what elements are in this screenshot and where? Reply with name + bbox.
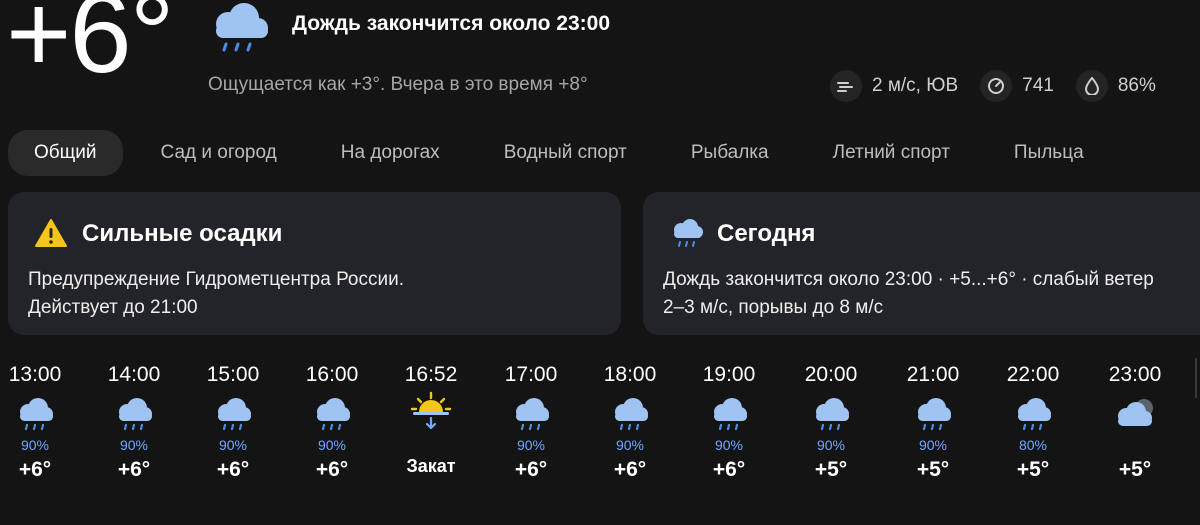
- today-line-1: Дождь закончится около 23:00 · +5...+6° …: [663, 269, 1154, 290]
- humidity-drop-icon: [1075, 70, 1108, 102]
- pressure-value: 741: [1022, 75, 1054, 96]
- sunset-label: Закат: [406, 456, 456, 476]
- alert-card[interactable]: Сильные осадки Предупреждение Гидрометце…: [8, 192, 621, 335]
- hour-time: 20:00: [804, 363, 858, 386]
- hour-temperature: +6°: [216, 458, 250, 481]
- hour-temperature: +6°: [613, 458, 647, 481]
- hour-time: 17:00: [504, 363, 558, 386]
- hourly-scroll-edge: [1195, 358, 1197, 398]
- hour-time: 13:00: [8, 363, 62, 386]
- weather-page: +6° Дождь закончится около 23:00 Ощущает…: [0, 0, 1200, 525]
- rain-cloud-icon: [496, 390, 566, 434]
- hour-time: 18:00: [603, 363, 657, 386]
- precip-probability: 90%: [516, 437, 546, 453]
- tab-garden[interactable]: Сад и огород: [135, 130, 303, 176]
- humidity-metric[interactable]: 86%: [1075, 70, 1156, 102]
- precip-probability: 90%: [317, 437, 347, 453]
- today-title: Сегодня: [717, 220, 816, 247]
- hour-item[interactable]: 21:00 90% +5°: [898, 360, 968, 484]
- current-metrics: 2 м/с, ЮВ 741 86%: [830, 70, 1178, 102]
- warning-icon: [34, 218, 68, 253]
- tab-general[interactable]: Общий: [8, 130, 123, 176]
- wind-value: 2 м/с, ЮВ: [872, 75, 959, 96]
- hour-time: 23:00: [1108, 363, 1162, 386]
- today-line-2: 2–3 м/с, порывы до 8 м/с: [663, 297, 884, 318]
- tab-roads[interactable]: На дорогах: [315, 130, 466, 176]
- sunset-item[interactable]: 16:52 Закат: [396, 360, 466, 477]
- rain-cloud-icon: [206, 2, 272, 60]
- hour-temperature: +6°: [18, 458, 52, 481]
- today-body: Дождь закончится около 23:00 · +5...+6° …: [663, 266, 1154, 322]
- tab-summer-sports[interactable]: Летний спорт: [807, 130, 976, 176]
- hour-item[interactable]: 22:00 80% +5°: [998, 360, 1068, 484]
- precip-probability: 90%: [20, 437, 50, 453]
- category-tabs: Общий Сад и огород На дорогах Водный спо…: [8, 130, 1122, 176]
- humidity-value: 86%: [1117, 75, 1156, 96]
- hour-item[interactable]: 18:00 90% +6°: [595, 360, 665, 484]
- today-card[interactable]: Сегодня Дождь закончится около 23:00 · +…: [643, 192, 1200, 335]
- precip-probability: 80%: [1018, 437, 1048, 453]
- hour-item[interactable]: 14:00 90% +6°: [99, 360, 169, 484]
- hour-item[interactable]: 13:00 90% +6°: [0, 360, 70, 484]
- rain-cloud-icon: [694, 390, 764, 434]
- hour-item[interactable]: 20:00 90% +5°: [796, 360, 866, 484]
- hour-temperature: +6°: [117, 458, 151, 481]
- tab-water-sports[interactable]: Водный спорт: [478, 130, 653, 176]
- sunset-icon: [396, 390, 466, 434]
- hour-temperature: +6°: [712, 458, 746, 481]
- alert-line-1: Предупреждение Гидрометцентра России.: [28, 269, 404, 290]
- alert-line-2: Действует до 21:00: [28, 297, 198, 318]
- hour-item[interactable]: 16:00 90% +6°: [297, 360, 367, 484]
- current-temperature: +6°: [6, 0, 174, 96]
- precip-probability: 90%: [918, 437, 948, 453]
- wind-icon: [830, 70, 862, 102]
- precip-probability: 90%: [218, 437, 248, 453]
- hour-item[interactable]: 17:00 90% +6°: [496, 360, 566, 484]
- hour-time: 21:00: [906, 363, 960, 386]
- hour-time: 14:00: [107, 363, 161, 386]
- rain-cloud-icon: [198, 390, 268, 434]
- rain-cloud-icon: [297, 390, 367, 434]
- wind-metric[interactable]: 2 м/с, ЮВ: [830, 70, 958, 102]
- hour-temperature: +6°: [315, 458, 349, 481]
- precip-probability: 90%: [714, 437, 744, 453]
- hour-temperature: +5°: [916, 458, 950, 481]
- hour-temperature: +6°: [514, 458, 548, 481]
- hour-item[interactable]: 15:00 90% +6°: [198, 360, 268, 484]
- rain-cloud-icon: [0, 390, 70, 434]
- hour-time: 16:52: [404, 363, 458, 386]
- precip-probability: 90%: [615, 437, 645, 453]
- alert-title: Сильные осадки: [82, 220, 283, 247]
- hour-time: 16:00: [305, 363, 359, 386]
- alert-body: Предупреждение Гидрометцентра России. Де…: [28, 266, 404, 322]
- pressure-gauge-icon: [980, 70, 1013, 102]
- hour-time: 15:00: [206, 363, 260, 386]
- rain-cloud-icon: [595, 390, 665, 434]
- tab-pollen[interactable]: Пыльца: [988, 130, 1110, 176]
- pressure-metric[interactable]: 741: [980, 70, 1054, 102]
- rain-cloud-icon: [898, 390, 968, 434]
- rain-cloud-icon: [669, 218, 705, 255]
- tab-fishing[interactable]: Рыбалка: [665, 130, 795, 176]
- precip-probability: 90%: [119, 437, 149, 453]
- hour-item[interactable]: 23:00 +5°: [1100, 360, 1170, 484]
- rain-cloud-icon: [796, 390, 866, 434]
- cloudy-night-icon: [1100, 390, 1170, 434]
- rain-cloud-icon: [998, 390, 1068, 434]
- weather-headline: Дождь закончится около 23:00: [292, 12, 610, 35]
- precip-probability: 90%: [816, 437, 846, 453]
- rain-cloud-icon: [99, 390, 169, 434]
- feels-like-text: Ощущается как +3°. Вчера в это время +8°: [208, 74, 588, 95]
- hour-time: 22:00: [1006, 363, 1060, 386]
- hour-temperature: +5°: [1016, 458, 1050, 481]
- hour-time: 19:00: [702, 363, 756, 386]
- hour-item[interactable]: 19:00 90% +6°: [694, 360, 764, 484]
- hourly-forecast: 13:00 90% +6° 14:00 90% +6° 15:00 90% +6…: [0, 360, 1200, 510]
- hour-temperature: +5°: [1118, 458, 1152, 481]
- hour-temperature: +5°: [814, 458, 848, 481]
